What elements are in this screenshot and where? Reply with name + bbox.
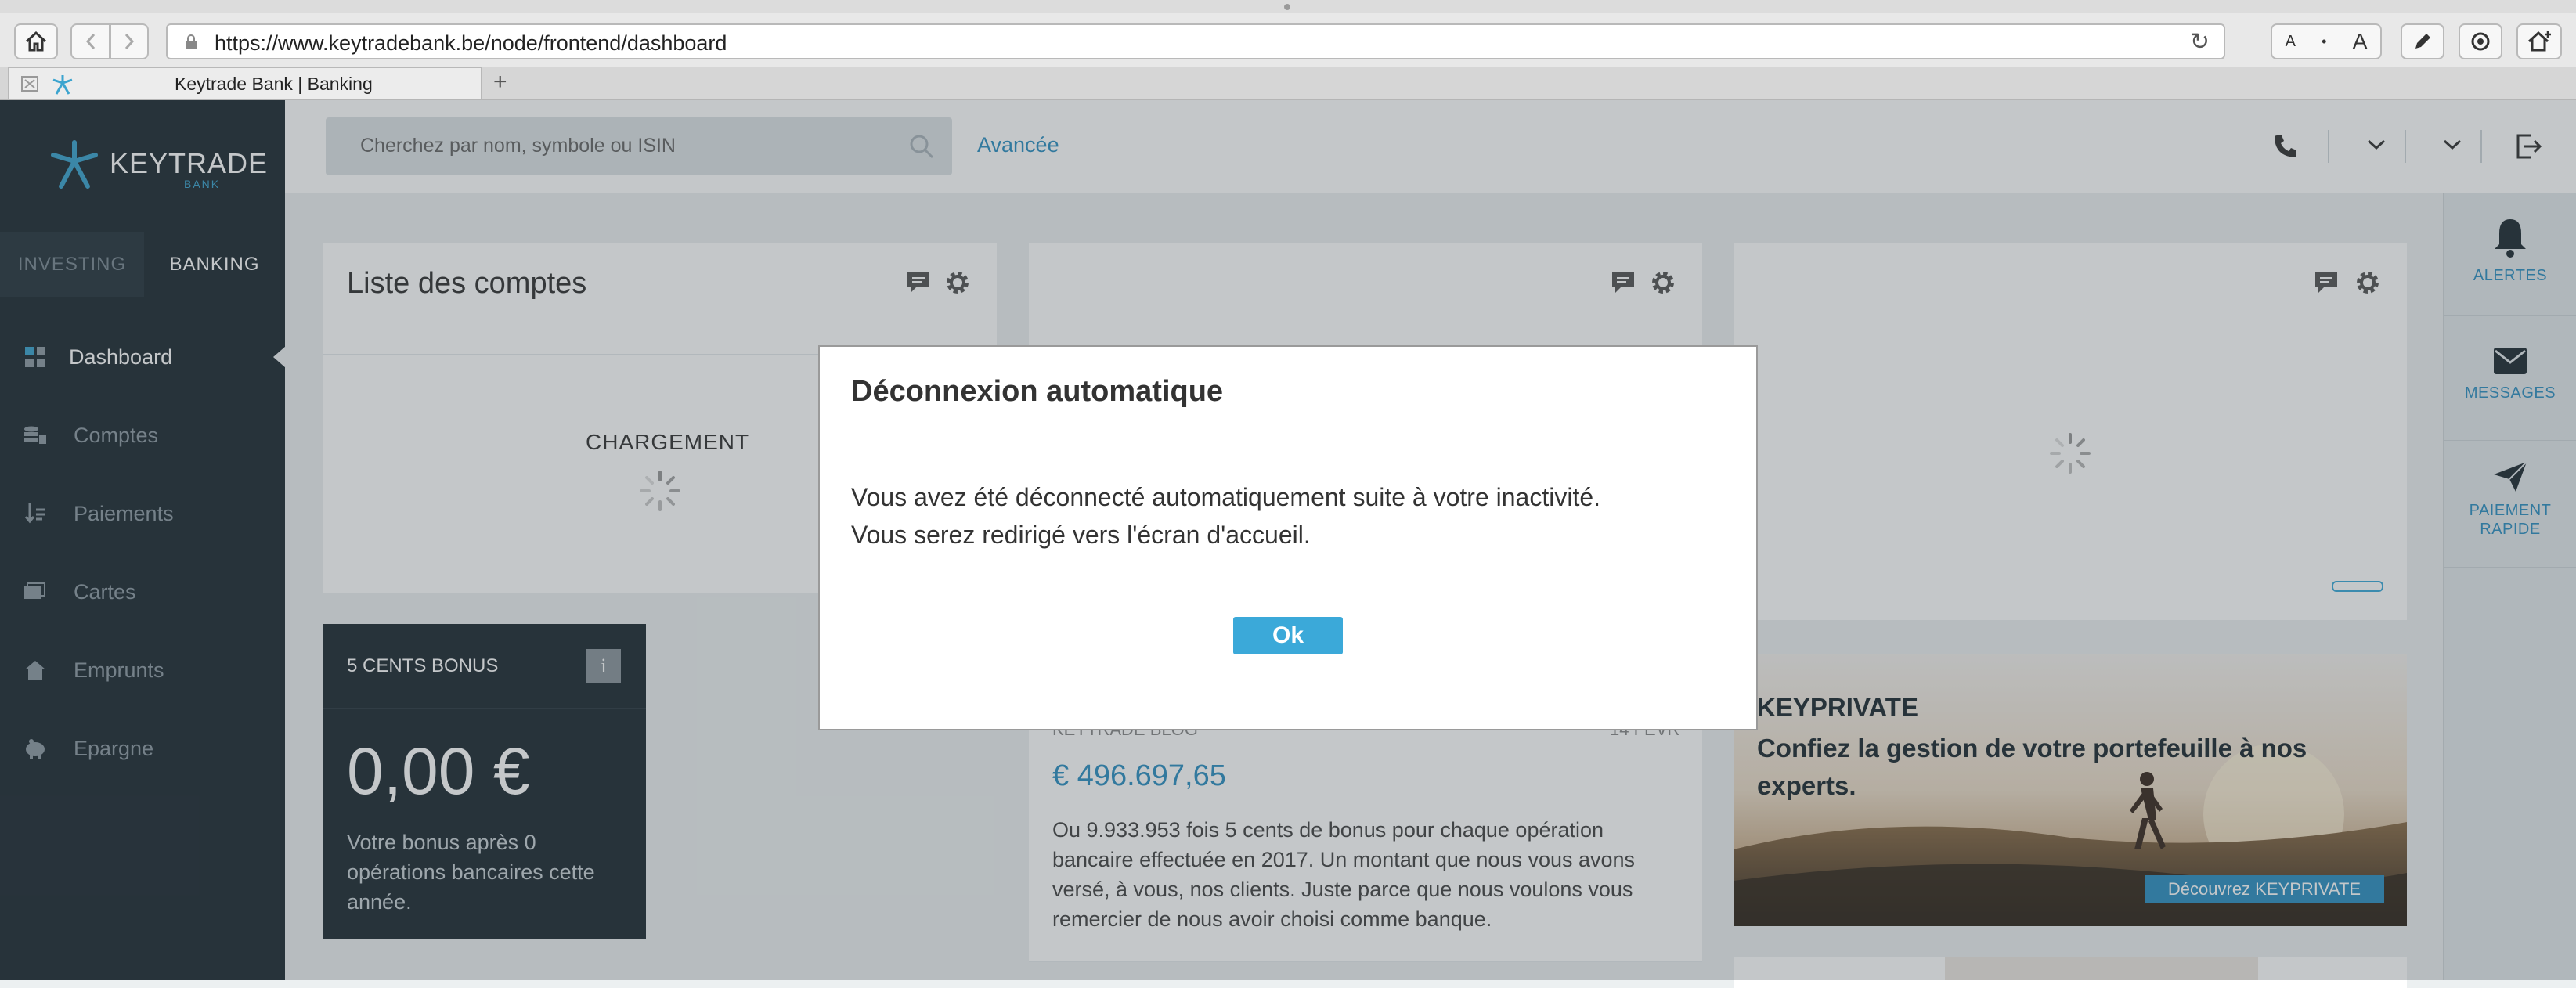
pencil-icon: [2415, 34, 2430, 49]
back-button[interactable]: [70, 23, 110, 59]
window-grip[interactable]: [1284, 4, 1290, 10]
browser-tab[interactable]: Keytrade Bank | Banking: [8, 67, 482, 99]
ok-button[interactable]: Ok: [1233, 617, 1343, 654]
browser-chrome: https://www.keytradebank.be/node/fronten…: [0, 0, 2576, 100]
address-bar[interactable]: https://www.keytradebank.be/node/fronten…: [166, 23, 2225, 59]
auto-logout-dialog: Déconnexion automatique Vous avez été dé…: [818, 345, 1758, 730]
dialog-title: Déconnexion automatique: [851, 375, 1224, 408]
font-larger-button[interactable]: A: [2353, 29, 2368, 54]
home-button[interactable]: [14, 23, 58, 59]
pencil-button[interactable]: [2401, 23, 2444, 59]
dialog-line-2: Vous serez redirigé vers l'écran d'accue…: [851, 521, 1311, 549]
forward-button[interactable]: [110, 23, 149, 59]
font-size-controls: A • A: [2271, 23, 2382, 59]
new-tab-button[interactable]: +: [493, 69, 507, 96]
url-text: https://www.keytradebank.be/node/fronten…: [215, 31, 727, 55]
tab-bar: Keytrade Bank | Banking +: [0, 67, 2576, 99]
tab-close-icon[interactable]: [21, 76, 38, 92]
chevron-right-icon: [124, 34, 135, 49]
home-icon: [25, 31, 47, 52]
font-reset-button[interactable]: •: [2322, 34, 2326, 50]
title-strip: [0, 0, 2576, 13]
record-icon: [2471, 32, 2490, 51]
reload-icon[interactable]: ↻: [2190, 28, 2210, 56]
home-plus-icon: [2527, 31, 2551, 52]
tab-title: Keytrade Bank | Banking: [175, 74, 373, 94]
keytrade-favicon: [52, 75, 73, 95]
lock-icon: [186, 34, 197, 49]
dialog-line-1: Vous avez été déconnecté automatiquement…: [851, 483, 1601, 511]
home-add-button[interactable]: [2516, 23, 2562, 59]
chevron-left-icon: [85, 34, 95, 49]
dialog-message: Vous avez été déconnecté automatiquement…: [851, 478, 1600, 553]
font-smaller-button[interactable]: A: [2286, 33, 2296, 51]
record-button[interactable]: [2459, 23, 2502, 59]
